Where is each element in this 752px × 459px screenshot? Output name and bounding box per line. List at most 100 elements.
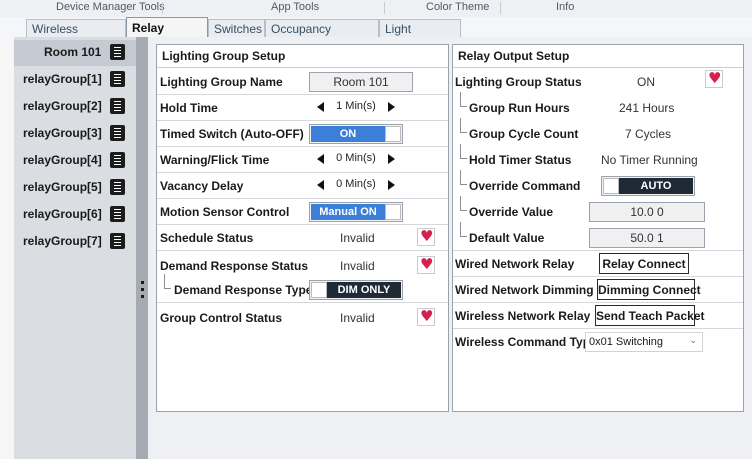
list-icon[interactable] — [110, 98, 125, 114]
arrow-left-icon[interactable] — [317, 180, 324, 190]
tab-light-sensors[interactable]: Light Sensors — [379, 19, 461, 50]
tab-bar: Wireless Devices Relay Groups Switches O… — [0, 17, 752, 50]
default-value-field[interactable]: 50.0 1 — [589, 228, 705, 248]
hold-time-value: 1 Min(s) — [336, 100, 376, 112]
dimming-connect-button[interactable]: Dimming Connect — [597, 279, 701, 300]
sidebar-item-relaygroup-2[interactable]: relayGroup[2] — [14, 94, 136, 120]
row-demand-response-type: Demand Response Type DIM ONLY — [157, 274, 448, 303]
list-icon[interactable] — [110, 152, 125, 168]
panel-splitter[interactable] — [136, 37, 148, 459]
relay-connect-button[interactable]: Relay Connect — [599, 253, 689, 274]
toggle-thumb — [385, 126, 401, 142]
arrow-left-icon[interactable] — [317, 102, 324, 112]
menu-bar: Device Manager Tools App Tools Color The… — [0, 0, 752, 17]
sidebar-item-relaygroup-1[interactable]: relayGroup[1] — [14, 67, 136, 93]
tree-connector — [460, 222, 467, 237]
arrow-right-icon[interactable] — [388, 180, 395, 190]
sidebar-item-relaygroup-3[interactable]: relayGroup[3] — [14, 121, 136, 147]
list-icon[interactable] — [110, 125, 125, 141]
arrow-right-icon[interactable] — [388, 102, 395, 112]
toggle-state: Manual ON — [311, 204, 385, 220]
wireless-command-select[interactable]: 0x01 Switching ⌄ — [585, 332, 703, 352]
row-group-status: Lighting Group Status ON — [453, 69, 743, 95]
warning-time-stepper: 0 Min(s) — [309, 150, 403, 170]
run-hours-value: 241 Hours — [619, 101, 675, 115]
motion-sensor-toggle[interactable]: Manual ON — [309, 202, 403, 222]
list-icon[interactable] — [110, 206, 125, 222]
tab-occupancy-sensors[interactable]: Occupancy Sensors — [265, 19, 379, 50]
status-heart-icon[interactable] — [705, 69, 723, 88]
row-motion-sensor: Motion Sensor Control Manual ON — [157, 199, 448, 225]
menu-color-theme[interactable]: Color Theme — [426, 1, 489, 13]
wired-dimming-label: Wired Network Dimming — [455, 283, 594, 297]
group-status-value: ON — [637, 75, 655, 89]
toggle-state: DIM ONLY — [327, 282, 401, 298]
motion-sensor-label: Motion Sensor Control — [160, 205, 290, 219]
arrow-left-icon[interactable] — [317, 154, 324, 164]
sidebar-item-relaygroup-4[interactable]: relayGroup[4] — [14, 148, 136, 174]
row-hold-time: Hold Time 1 Min(s) — [157, 95, 448, 121]
hold-timer-value: No Timer Running — [601, 153, 698, 167]
toggle-state: AUTO — [619, 178, 693, 194]
status-heart-icon[interactable] — [417, 255, 435, 274]
timed-switch-toggle[interactable]: ON — [309, 124, 403, 144]
status-heart-icon[interactable] — [417, 307, 435, 326]
toggle-thumb — [311, 282, 327, 298]
grip-dot — [141, 288, 144, 291]
toggle-thumb — [385, 204, 401, 220]
status-heart-icon[interactable] — [417, 227, 435, 246]
tree-connector — [460, 144, 467, 159]
panel-title: Lighting Group Setup — [157, 45, 448, 68]
tab-switches[interactable]: Switches — [208, 19, 265, 37]
row-hold-timer: Hold Timer Status No Timer Running — [453, 144, 743, 173]
warning-time-label: Warning/Flick Time — [160, 153, 270, 167]
tree-connector — [460, 92, 467, 107]
vacancy-delay-label: Vacancy Delay — [160, 179, 244, 193]
row-wired-dimming: Wired Network Dimming Dimming Connect — [453, 277, 743, 303]
row-demand-response: Demand Response Status Invalid — [157, 251, 448, 277]
row-default-value: Default Value 50.0 1 — [453, 222, 743, 251]
sidebar-item-room-101[interactable]: Room 101 — [14, 40, 136, 66]
list-icon[interactable] — [110, 233, 125, 249]
arrow-right-icon[interactable] — [388, 154, 395, 164]
tree-connector — [460, 118, 467, 133]
menu-app-tools[interactable]: App Tools — [271, 1, 319, 13]
row-timed-switch: Timed Switch (Auto-OFF) ON — [157, 121, 448, 147]
tab-relay-groups[interactable]: Relay Groups — [126, 17, 208, 49]
list-icon[interactable] — [110, 179, 125, 195]
demand-response-label: Demand Response Status — [160, 259, 309, 273]
row-group-control: Group Control Status Invalid — [157, 303, 448, 329]
menu-info[interactable]: Info — [556, 1, 574, 13]
override-value-field[interactable]: 10.0 0 — [589, 202, 705, 222]
tab-wireless-devices[interactable]: Wireless Devices — [26, 19, 126, 50]
sidebar-item-relaygroup-7[interactable]: relayGroup[7] — [14, 229, 136, 255]
demand-response-type-toggle[interactable]: DIM ONLY — [309, 280, 403, 300]
demand-response-type-label: Demand Response Type — [174, 283, 313, 297]
list-icon[interactable] — [110, 71, 125, 87]
run-hours-label: Group Run Hours — [469, 101, 570, 115]
sidebar-item-relaygroup-5[interactable]: relayGroup[5] — [14, 175, 136, 201]
row-wireless-command: Wireless Command Type 0x01 Switching ⌄ — [453, 329, 743, 355]
group-name-field[interactable]: Room 101 — [309, 72, 413, 92]
wired-relay-label: Wired Network Relay — [455, 257, 575, 271]
row-override-value: Override Value 10.0 0 — [453, 196, 743, 225]
sidebar-item-label: relayGroup[4] — [23, 153, 102, 167]
toggle-state: ON — [311, 126, 385, 142]
schedule-status-value: Invalid — [340, 231, 375, 245]
row-schedule-status: Schedule Status Invalid — [157, 225, 448, 251]
group-control-label: Group Control Status — [160, 311, 282, 325]
row-warning-time: Warning/Flick Time 0 Min(s) — [157, 147, 448, 173]
row-wired-relay: Wired Network Relay Relay Connect — [453, 251, 743, 277]
send-teach-packet-button[interactable]: Send Teach Packet — [595, 305, 705, 326]
warning-time-value: 0 Min(s) — [336, 152, 376, 164]
sidebar-item-relaygroup-6[interactable]: relayGroup[6] — [14, 202, 136, 228]
menu-device-manager-tools[interactable]: Device Manager Tools — [56, 1, 165, 13]
tree-connector — [164, 274, 171, 289]
wireless-command-value: 0x01 Switching — [589, 336, 663, 348]
override-command-toggle[interactable]: AUTO — [601, 176, 695, 196]
sidebar-item-label: relayGroup[2] — [23, 99, 102, 113]
tree-connector — [460, 170, 467, 185]
relay-group-list: Room 101 relayGroup[1] relayGroup[2] rel… — [14, 37, 136, 459]
sidebar-item-label: Room 101 — [44, 45, 102, 59]
list-icon[interactable] — [110, 44, 125, 60]
